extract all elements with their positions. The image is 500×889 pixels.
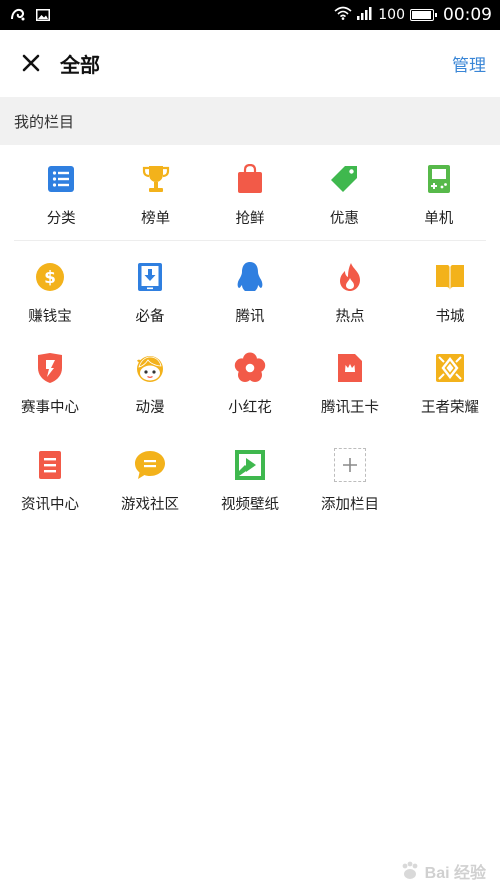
battery-percent: 100 [378,7,405,23]
watermark-text: Bai 经验 [424,865,486,882]
channel-label: 热点 [335,309,365,325]
channel-label: 游戏社区 [121,497,179,513]
channel-label: 赛事中心 [21,400,79,416]
channel-grid: 分类 榜单 抢鲜 优惠 单机 $ 赚钱宝 必备 腾讯 热点 书城 赛事中心 动漫… [0,145,500,532]
grid-row: 分类 榜单 抢鲜 优惠 单机 [14,145,486,241]
wifi-icon [334,6,352,24]
battery-icon [410,9,437,21]
uc-browser-icon [10,6,26,25]
channel-label: 优惠 [329,211,359,227]
game-emblem-icon [434,352,466,384]
gameboy-icon [423,163,455,195]
add-icon [334,448,366,482]
channel-label: 必备 [135,309,165,325]
status-bar-right: 100 00:09 [334,5,492,25]
page-header: 全部 管理 [0,30,500,96]
channel-item-youhui[interactable]: 优惠 [297,145,391,240]
chat-bubble-icon [134,449,166,481]
page-title: 全部 [60,52,100,77]
close-icon [22,54,40,72]
flame-icon [334,261,366,293]
watermark: Bai 经验 [399,859,486,883]
channel-label: 赚钱宝 [28,309,72,325]
image-icon [36,6,50,25]
grid-row: 赛事中心 动漫 小红花 腾讯王卡 王者荣耀 [0,338,500,435]
shield-bolt-icon [34,352,66,384]
channel-item-zhuanqianbao[interactable]: $ 赚钱宝 [0,241,100,338]
channel-item-shipinbizhi[interactable]: 视频壁纸 [200,435,300,532]
book-icon [434,261,466,293]
channel-item-dongman[interactable]: 动漫 [100,338,200,435]
channel-label: 添加栏目 [321,497,379,513]
status-bar-left [10,6,50,25]
channel-label: 榜单 [141,211,171,227]
svg-text:$: $ [44,268,56,288]
channel-item-add[interactable]: 添加栏目 [300,435,400,532]
document-icon [34,449,66,481]
channel-label: 资讯中心 [21,497,79,513]
channel-item-tengxunwangka[interactable]: 腾讯王卡 [300,338,400,435]
status-bar: 100 00:09 [0,0,500,30]
flower-icon [234,352,266,384]
price-tag-icon [328,163,360,195]
channel-label: 腾讯王卡 [321,400,379,416]
close-button[interactable] [18,50,44,76]
clock: 00:09 [443,5,492,25]
list-icon [45,163,77,195]
channel-item-redian[interactable]: 热点 [300,241,400,338]
channel-item-xiaohonghua[interactable]: 小红花 [200,338,300,435]
section-header: 我的栏目 [0,97,500,145]
channel-item-wangzherongyao[interactable]: 王者荣耀 [400,338,500,435]
channel-label: 腾讯 [235,309,265,325]
channel-label: 王者荣耀 [421,400,479,416]
coin-icon: $ [34,261,66,293]
channel-item-qiangxian[interactable]: 抢鲜 [203,145,297,240]
crown-card-icon [334,352,366,384]
channel-item-fenlei[interactable]: 分类 [14,145,108,240]
section-title: 我的栏目 [14,112,75,131]
channel-item-bangdan[interactable]: 榜单 [108,145,202,240]
manage-button[interactable]: 管理 [452,51,486,76]
channel-label: 抢鲜 [235,211,265,227]
channel-item-youxishequ[interactable]: 游戏社区 [100,435,200,532]
channel-item-tengxun[interactable]: 腾讯 [200,241,300,338]
download-tablet-icon [134,261,166,293]
penguin-icon [234,261,266,293]
channel-item-danji[interactable]: 单机 [392,145,486,240]
channel-label: 书城 [435,309,465,325]
video-play-icon [234,449,266,481]
channel-label: 单机 [424,211,454,227]
channel-item-zixunzhongxin[interactable]: 资讯中心 [0,435,100,532]
channel-label: 小红花 [228,400,272,416]
anime-face-icon [134,352,166,384]
grid-row: $ 赚钱宝 必备 腾讯 热点 书城 [0,241,500,338]
baidu-paw-icon [402,861,418,879]
signal-icon [357,6,373,24]
channel-label: 视频壁纸 [221,497,279,513]
channel-label: 分类 [46,211,76,227]
channel-item-bibei[interactable]: 必备 [100,241,200,338]
shopping-bag-icon [234,163,266,195]
channel-item-shucheng[interactable]: 书城 [400,241,500,338]
trophy-icon [140,163,172,195]
add-icon-wrapper [334,448,366,482]
channel-item-saishizhongxin[interactable]: 赛事中心 [0,338,100,435]
channel-label: 动漫 [135,400,165,416]
grid-row: 资讯中心 游戏社区 视频壁纸 添加栏目 [0,435,500,532]
